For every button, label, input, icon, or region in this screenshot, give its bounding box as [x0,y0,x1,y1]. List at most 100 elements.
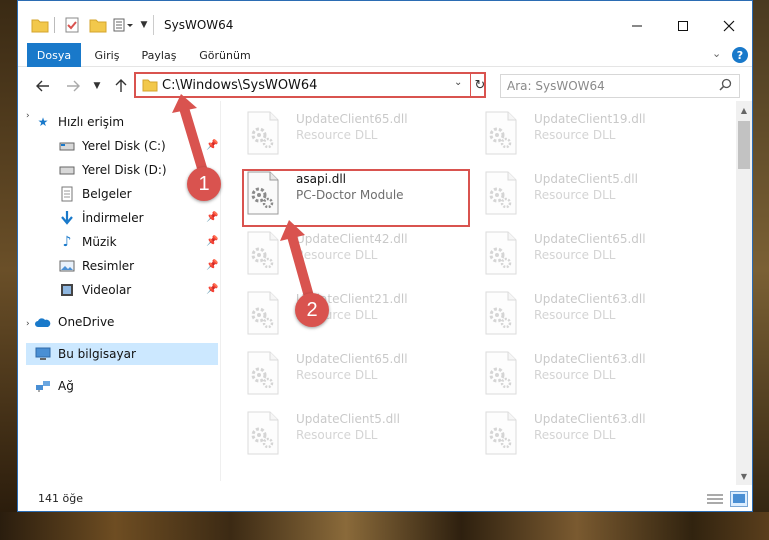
videos-icon [58,282,76,298]
file-tile[interactable]: UpdateClient21.dll Resource DLL [242,285,472,341]
expand-ribbon-chevron-icon[interactable]: ⌄ [712,47,721,60]
file-type: Resource DLL [534,428,616,442]
forward-button[interactable] [62,75,84,97]
sidebar-item-music[interactable]: ♪ Müzik [58,231,117,253]
music-icon: ♪ [62,234,72,250]
sidebar-item-quick-access[interactable]: ★ Hızlı erişim [34,111,124,133]
file-type: Resource DLL [534,248,616,262]
dll-file-icon [246,411,280,455]
status-bar: 141 öğe [18,487,752,511]
large-icons-view-icon[interactable] [730,491,748,507]
title-divider [153,15,154,35]
dll-file-icon [484,411,518,455]
pin-icon[interactable]: 📌 [206,284,218,295]
recent-locations-chevron-icon[interactable]: ▼ [90,75,104,97]
scroll-up-arrow-icon[interactable]: ▲ [736,103,752,117]
navigation-bar: ▼ C:\Windows\SysWOW64 ⌄ ↻ Ara: SysWOW64 [18,71,752,101]
up-button[interactable] [110,75,132,97]
sidebar-item-pictures[interactable]: Resimler [58,255,134,277]
tab-view[interactable]: Görünüm [194,43,256,67]
desktop-background-right [752,0,769,540]
expand-chevron-icon[interactable]: › [26,111,30,121]
downloads-icon [58,210,76,226]
sidebar-item-network[interactable]: Ağ [34,375,74,397]
pin-icon[interactable]: 📌 [206,212,218,223]
scroll-down-arrow-icon[interactable]: ▼ [736,469,752,483]
pin-icon[interactable]: 📌 [206,140,218,151]
vertical-scrollbar[interactable]: ▲ ▼ [736,101,752,485]
file-tile[interactable]: UpdateClient19.dll Resource DLL [480,105,710,161]
file-type: Resource DLL [296,428,378,442]
pictures-icon [58,258,76,274]
file-tile[interactable]: UpdateClient42.dll Resource DLL [242,225,472,281]
file-tile[interactable]: UpdateClient5.dll Resource DLL [480,165,710,221]
network-icon [34,378,52,394]
file-tile[interactable]: UpdateClient63.dll Resource DLL [480,345,710,401]
close-button[interactable] [706,15,752,37]
refresh-icon[interactable]: ↻ [473,76,487,94]
search-icon[interactable] [719,78,732,95]
details-view-icon[interactable] [706,492,724,506]
address-bar[interactable]: C:\Windows\SysWOW64 ⌄ ↻ [134,72,486,98]
drive-icon [58,138,76,154]
dll-file-icon [484,111,518,155]
sidebar-item-label: Bu bilgisayar [58,347,136,361]
file-tile[interactable]: UpdateClient63.dll Resource DLL [480,285,710,341]
scroll-thumb[interactable] [738,121,750,169]
ribbon-tabs: Dosya Giriş Paylaş Görünüm ⌄ ? [18,43,752,67]
file-type: Resource DLL [296,248,378,262]
view-options-icon[interactable] [110,15,138,35]
sidebar-item-label: Ağ [58,379,74,393]
sidebar-item-label: Resimler [82,259,135,273]
file-tile[interactable]: UpdateClient65.dll Resource DLL [480,225,710,281]
folder-icon [30,15,50,35]
sidebar-item-this-pc[interactable]: Bu bilgisayar [26,343,218,365]
file-name: UpdateClient5.dll [534,172,638,186]
search-input[interactable]: Ara: SysWOW64 [500,74,740,98]
file-name: UpdateClient19.dll [534,112,646,126]
address-path[interactable]: C:\Windows\SysWOW64 [162,78,317,93]
dll-file-icon [484,231,518,275]
computer-icon [34,346,52,362]
quick-access-divider [54,17,55,33]
address-history-chevron-icon[interactable]: ⌄ [454,77,462,88]
tab-share[interactable]: Paylaş [136,43,182,67]
pin-icon[interactable]: 📌 [206,260,218,271]
sidebar-item-label: Yerel Disk (D:) [82,163,167,177]
help-icon[interactable]: ? [732,47,748,63]
customize-toolbar-chevron-icon[interactable]: ▼ [138,15,150,35]
properties-icon[interactable] [62,15,82,35]
file-tile[interactable]: UpdateClient65.dll Resource DLL [242,345,472,401]
file-type: Resource DLL [534,368,616,382]
file-tile[interactable]: UpdateClient63.dll Resource DLL [480,405,710,461]
explorer-window: ▼ SysWOW64 Dosya Giriş Paylaş Görünüm ⌄ … [17,0,753,512]
file-tile[interactable]: UpdateClient65.dll Resource DLL [242,105,472,161]
file-type: Resource DLL [296,368,378,382]
sidebar-item-documents[interactable]: Belgeler [58,183,132,205]
file-name: UpdateClient42.dll [296,232,408,246]
sidebar-item-local-disk-d[interactable]: Yerel Disk (D:) [58,159,167,181]
dll-file-icon [484,291,518,335]
cloud-icon [34,314,52,330]
tab-file[interactable]: Dosya [27,43,81,67]
file-tile[interactable]: UpdateClient5.dll Resource DLL [242,405,472,461]
sidebar-item-local-disk-c[interactable]: Yerel Disk (C:) [58,135,166,157]
item-count: 141 öğe [38,492,83,505]
file-type: Resource DLL [534,128,616,142]
expand-chevron-icon[interactable]: › [26,319,30,329]
dll-file-icon [246,291,280,335]
file-name: UpdateClient5.dll [296,412,400,426]
sidebar-item-videos[interactable]: Videolar [58,279,131,301]
sidebar-item-onedrive[interactable]: OneDrive [34,311,114,333]
back-button[interactable] [32,75,54,97]
file-name: UpdateClient63.dll [534,352,646,366]
sidebar-item-label: Hızlı erişim [58,115,125,129]
maximize-button[interactable] [660,15,706,37]
new-folder-icon[interactable] [88,15,108,35]
sidebar-item-downloads[interactable]: İndirmeler [58,207,144,229]
tab-home[interactable]: Giriş [84,43,130,67]
minimize-button[interactable] [614,15,660,37]
pane-divider [220,101,221,481]
file-list: UpdateClient65.dll Resource DLL UpdateCl… [228,105,736,479]
pin-icon[interactable]: 📌 [206,236,218,247]
